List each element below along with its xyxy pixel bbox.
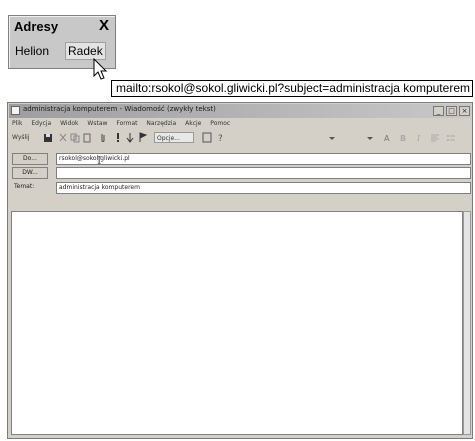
help-icon[interactable]: ? bbox=[216, 132, 226, 143]
svg-text:I: I bbox=[416, 134, 421, 143]
italic-icon[interactable]: I bbox=[414, 132, 424, 143]
menu-akcje[interactable]: Akcje bbox=[185, 120, 201, 127]
bold-icon[interactable]: B bbox=[398, 132, 408, 143]
paste-icon[interactable] bbox=[82, 132, 92, 143]
link-tooltip: mailto:rsokol@sokol.gliwicki.pl?subject=… bbox=[111, 80, 473, 97]
cut-icon[interactable] bbox=[58, 132, 68, 143]
address-book-icon[interactable] bbox=[202, 132, 212, 143]
font-color-icon[interactable]: A bbox=[382, 132, 392, 143]
window-titlebar: administracja komputerem - Wiadomość (zw… bbox=[9, 104, 471, 118]
menu-plik[interactable]: Plik bbox=[12, 120, 22, 127]
menu-wstaw[interactable]: Wstaw bbox=[87, 120, 107, 127]
close-window-button[interactable]: × bbox=[459, 106, 470, 116]
svg-text:B: B bbox=[400, 134, 406, 143]
to-field[interactable]: rsokol@sokol.gliwicki.pl bbox=[56, 153, 471, 165]
menu-format[interactable]: Format bbox=[116, 120, 137, 127]
copy-icon[interactable] bbox=[70, 132, 80, 143]
window-title: administracja komputerem - Wiadomość (zw… bbox=[23, 105, 216, 113]
size-dropdown-icon[interactable] bbox=[366, 132, 374, 143]
send-button[interactable]: Wyślij bbox=[12, 132, 40, 143]
svg-text:A: A bbox=[384, 134, 390, 143]
align-left-icon[interactable] bbox=[430, 132, 440, 143]
save-icon[interactable] bbox=[43, 132, 53, 143]
vertical-scrollbar[interactable] bbox=[463, 211, 471, 435]
bullets-icon[interactable] bbox=[446, 132, 456, 143]
importance-high-icon[interactable] bbox=[114, 132, 122, 143]
subject-label: Temat: bbox=[14, 183, 35, 190]
toolbar: Wyślij Opcje... ? A B I bbox=[10, 131, 472, 145]
menu-bar: Plik Edycja Widok Wstaw Format Narzędzia… bbox=[12, 120, 237, 130]
menu-widok[interactable]: Widok bbox=[60, 120, 78, 127]
envelope-icon bbox=[11, 106, 20, 115]
minimize-button[interactable]: _ bbox=[433, 106, 444, 116]
address-item-helion[interactable]: Helion bbox=[15, 44, 49, 58]
flag-icon[interactable] bbox=[138, 132, 148, 143]
cc-button[interactable]: DW... bbox=[12, 167, 48, 179]
message-body[interactable] bbox=[11, 211, 463, 435]
cc-field[interactable] bbox=[56, 167, 471, 179]
menu-pomoc[interactable]: Pomoc bbox=[210, 120, 230, 127]
menu-edycja[interactable]: Edycja bbox=[31, 120, 51, 127]
menu-narzedzia[interactable]: Narzędzia bbox=[146, 120, 176, 127]
subject-field[interactable]: administracja komputerem bbox=[56, 182, 471, 194]
mouse-pointer-icon bbox=[93, 58, 108, 80]
message-window: administracja komputerem - Wiadomość (zw… bbox=[7, 102, 473, 439]
font-dropdown-icon[interactable] bbox=[328, 132, 336, 143]
to-button[interactable]: Do... bbox=[12, 153, 48, 165]
maximize-button[interactable]: □ bbox=[446, 106, 457, 116]
options-button[interactable]: Opcje... bbox=[154, 132, 194, 143]
attach-icon[interactable] bbox=[98, 132, 108, 143]
text-cursor-icon: I bbox=[97, 154, 102, 167]
address-panel-title: Adresy bbox=[14, 19, 59, 34]
svg-text:?: ? bbox=[218, 134, 223, 143]
importance-low-icon[interactable] bbox=[126, 132, 134, 143]
close-icon[interactable]: X bbox=[99, 17, 109, 35]
